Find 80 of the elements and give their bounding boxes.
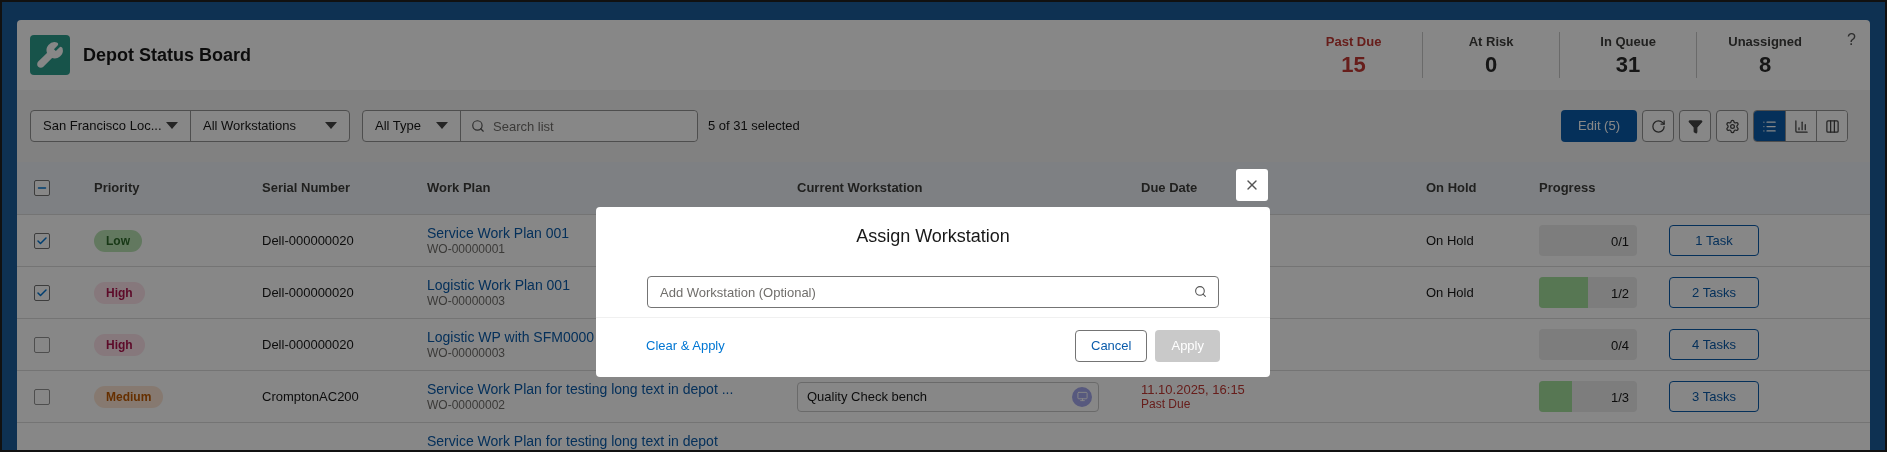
stat-label: In Queue [1600, 33, 1656, 52]
row-checkbox[interactable] [34, 232, 50, 249]
check-icon [36, 234, 48, 247]
column-header: Current Workstation [797, 180, 923, 196]
edit-button[interactable]: Edit (5) [1561, 110, 1637, 142]
caret-icon [325, 122, 337, 130]
column-header: On Hold [1426, 180, 1477, 196]
work-plan-link[interactable]: Service Work Plan for testing long text in depot [427, 432, 718, 450]
monitor-glyph [1076, 391, 1088, 402]
filter-button[interactable] [1679, 110, 1711, 142]
stat-label: Unassigned [1728, 33, 1802, 52]
row-checkbox[interactable] [34, 388, 50, 405]
tasks-button[interactable]: 1 Task [1669, 225, 1759, 256]
tasks-button[interactable]: 4 Tasks [1669, 329, 1759, 360]
stat-label: Past Due [1325, 33, 1382, 52]
clear-and-apply-link[interactable]: Clear & Apply [646, 336, 725, 356]
stat-value: 0 [1484, 51, 1498, 78]
work-plan-link[interactable]: Service Work Plan 001 [427, 224, 570, 242]
on-hold-status: On Hold [1426, 232, 1474, 248]
work-plan-link[interactable]: Logistic WP with SFM0000 [427, 328, 595, 346]
column-header: Due Date [1141, 180, 1198, 196]
serial-number: Dell-000000020 [262, 336, 354, 352]
workstation-search-field[interactable]: Add Workstation (Optional) [647, 276, 1219, 308]
progress-count: 1/3 [1610, 389, 1629, 407]
workstation-field[interactable]: Quality Check bench [797, 381, 1099, 412]
row-checkbox[interactable] [34, 284, 50, 301]
work-order-number: WO-00000003 [427, 294, 506, 309]
column-header: Serial Number [262, 180, 351, 196]
caret-icon [166, 122, 178, 130]
help-icon[interactable]: ? [1847, 28, 1856, 53]
due-status: Past Due [1141, 396, 1192, 412]
progress-count: 1/2 [1610, 285, 1629, 303]
list-view-icon [1762, 118, 1777, 134]
check-icon [36, 286, 48, 299]
view-toggle[interactable] [1754, 111, 1785, 141]
wrench-icon [30, 35, 70, 75]
select-all-checkbox[interactable] [34, 180, 50, 196]
dialog-title: Assign Workstation [856, 225, 1010, 248]
bar-chart-icon [1793, 118, 1809, 134]
tasks-button[interactable]: 3 Tasks [1669, 381, 1759, 412]
priority-badge: High [94, 333, 145, 356]
column-header: Work Plan [427, 180, 491, 196]
settings-button[interactable] [1716, 110, 1748, 142]
column-header: Priority [94, 180, 140, 196]
stat-label: At Risk [1468, 33, 1514, 52]
on-hold-status: On Hold [1426, 284, 1474, 300]
settings-icon [1724, 118, 1740, 134]
stat-value: 15 [1341, 51, 1366, 78]
priority-badge: Medium [94, 385, 164, 408]
serial-number: CromptonAC200 [262, 388, 359, 404]
location-dropdown[interactable]: San Francisco Loc... [31, 111, 191, 141]
view-toggle[interactable] [1816, 111, 1847, 141]
progress-count: 0/1 [1610, 233, 1629, 251]
selection-count: 5 of 31 selected [708, 117, 800, 136]
refresh-icon [1650, 118, 1666, 134]
app-title: Depot Status Board [83, 43, 251, 67]
work-order-number: WO-00000002 [427, 398, 506, 413]
stat-value: 31 [1615, 51, 1641, 78]
serial-number: Dell-000000020 [262, 232, 354, 248]
cancel-button[interactable]: Cancel [1075, 330, 1148, 362]
work-order-number: WO-00000001 [427, 242, 506, 257]
work-plan-link[interactable]: Logistic Work Plan 001 [427, 276, 570, 294]
progress-count: 0/4 [1610, 337, 1629, 355]
filter-icon [1687, 118, 1703, 134]
view-toggle[interactable] [1785, 111, 1816, 141]
search-icon [1194, 285, 1207, 298]
serial-number: Dell-000000020 [262, 284, 354, 300]
close-button[interactable] [1236, 169, 1268, 201]
due-date: 11.10.2025, 16:15 [1141, 381, 1246, 397]
refresh-button[interactable] [1642, 110, 1674, 142]
columns-icon [1824, 118, 1840, 134]
column-header: Progress [1539, 180, 1596, 196]
row-checkbox[interactable] [34, 336, 50, 353]
work-plan-link[interactable]: Service Work Plan for testing long text in depot ... [427, 380, 734, 398]
priority-badge: Low [94, 229, 142, 252]
workstation-dropdown[interactable]: All Workstations [191, 111, 349, 141]
priority-badge: High [94, 281, 145, 304]
stat-value: 8 [1758, 51, 1772, 78]
tasks-button[interactable]: 2 Tasks [1669, 277, 1759, 308]
work-order-number: WO-00000003 [427, 346, 506, 361]
